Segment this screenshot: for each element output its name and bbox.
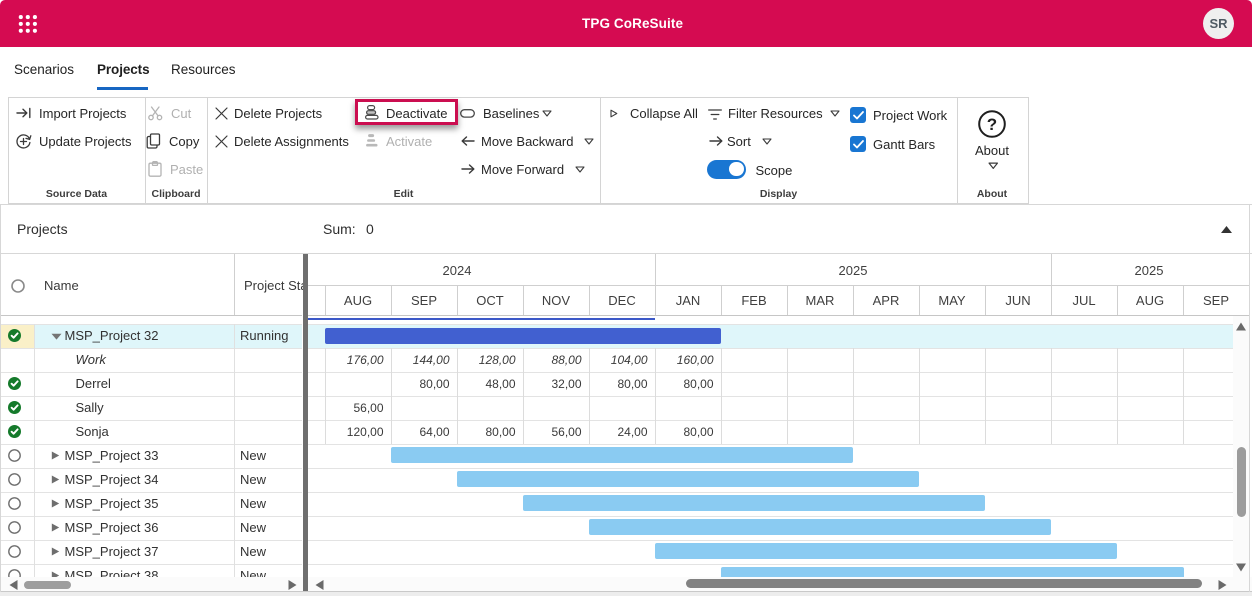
svg-text:?: ? xyxy=(986,115,996,134)
